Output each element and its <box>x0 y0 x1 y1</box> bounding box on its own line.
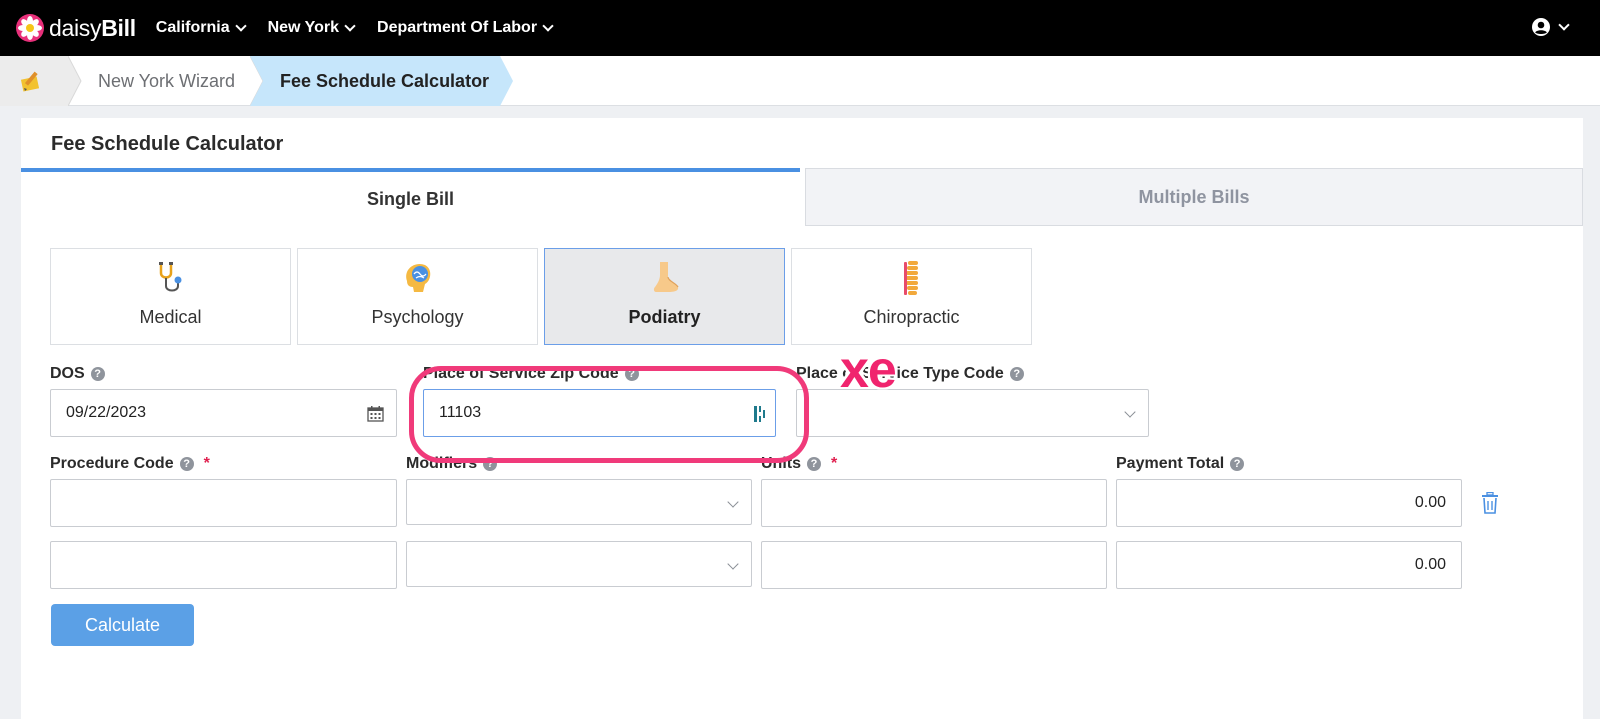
payment-total-label-text: Payment Total <box>1116 455 1225 472</box>
foot-icon <box>653 262 679 292</box>
help-icon[interactable]: ? <box>1009 367 1024 381</box>
dos-input[interactable] <box>51 390 396 436</box>
nav-item-california[interactable]: California <box>155 19 247 37</box>
specialty-psychology[interactable]: Psychology <box>297 248 538 345</box>
units-input[interactable] <box>761 541 1107 589</box>
keyword-helper-icon[interactable] <box>753 404 767 424</box>
annotation-text: xe <box>840 341 897 399</box>
specialty-podiatry[interactable]: Podiatry <box>544 248 785 345</box>
specialty-medical[interactable]: Medical <box>50 248 291 345</box>
tab-label: Single Bill <box>366 188 454 209</box>
breadcrumb-home[interactable] <box>0 56 68 106</box>
units-input[interactable] <box>761 479 1107 527</box>
stethoscope-icon <box>158 262 181 292</box>
calendar-icon[interactable] <box>367 405 384 422</box>
payment-total-label: Payment Total ? <box>1116 455 1245 473</box>
specialty-label: Psychology <box>371 307 464 327</box>
tab-single-bill[interactable]: Single Bill <box>21 168 800 226</box>
daisybill-logo[interactable]: daisyBill <box>16 14 136 42</box>
chevron-down-icon <box>1558 18 1570 31</box>
specialty-chiropractic[interactable]: Chiropractic <box>791 248 1032 345</box>
nav-menu: California New York Department Of Labor <box>156 19 575 37</box>
zip-code-input[interactable] <box>424 390 775 436</box>
trash-icon[interactable] <box>1480 492 1500 514</box>
specialty-label: Medical <box>139 307 202 327</box>
procedure-code-label-text: Procedure Code <box>50 455 174 472</box>
chevron-down-icon <box>727 496 739 508</box>
logo-text: daisyBill <box>49 15 136 42</box>
modifiers-label-text: Modifiers <box>406 455 478 472</box>
page-title: Fee Schedule Calculator <box>51 133 284 155</box>
brain-icon <box>405 263 430 292</box>
help-icon[interactable]: ? <box>90 367 105 381</box>
calculator-card: Fee Schedule Calculator Single Bill Mult… <box>21 118 1583 719</box>
payment-total-field[interactable] <box>1116 541 1462 589</box>
procedure-code-input[interactable] <box>50 541 397 589</box>
nav-item-label: Department Of Labor <box>377 19 538 36</box>
spine-icon <box>903 261 918 295</box>
logo-prefix: daisy <box>49 14 102 41</box>
modifier-select[interactable] <box>406 541 752 587</box>
tab-multiple-bills[interactable]: Multiple Bills <box>805 168 1583 226</box>
required-mark: * <box>831 455 838 472</box>
procedure-code-input[interactable] <box>50 479 397 527</box>
breadcrumb-item-new-york-wizard[interactable]: New York Wizard <box>98 71 235 92</box>
zip-label: Place of Service Zip Code ? <box>423 365 639 383</box>
top-navbar: daisyBill California New York Department… <box>0 0 1600 56</box>
chevron-down-icon <box>1124 406 1136 418</box>
procedure-code-label: Procedure Code ? * <box>50 455 210 473</box>
logo-suffix: Bill <box>101 14 136 41</box>
help-icon[interactable]: ? <box>624 367 639 381</box>
help-icon[interactable]: ? <box>179 457 194 471</box>
procedure-code-text[interactable] <box>51 542 396 588</box>
nav-item-department-of-labor[interactable]: Department Of Labor <box>377 19 554 37</box>
user-menu[interactable] <box>1531 17 1570 37</box>
dos-label-text: DOS <box>50 365 85 382</box>
nav-item-label: California <box>155 19 230 36</box>
daisy-flower-icon <box>16 14 44 42</box>
breadcrumb-item-fee-schedule-calculator: Fee Schedule Calculator <box>280 71 490 91</box>
breadcrumb-separator <box>68 56 82 106</box>
zip-label-text: Place of Service Zip Code <box>423 365 619 382</box>
specialty-label: Chiropractic <box>863 307 960 327</box>
user-circle-icon <box>1532 18 1550 36</box>
chevron-down-icon <box>234 19 247 32</box>
units-text[interactable] <box>762 480 1106 526</box>
modifier-select[interactable] <box>406 479 752 525</box>
payment-total-input[interactable] <box>1117 542 1461 588</box>
units-label: Units ? * <box>761 455 837 473</box>
chevron-down-icon <box>542 19 554 32</box>
units-text[interactable] <box>762 542 1106 588</box>
pos-type-label-text: Place of Service Type Code <box>796 365 1004 382</box>
zip-code-field[interactable] <box>423 389 776 437</box>
specialty-label: Podiatry <box>628 307 701 327</box>
help-icon[interactable]: ? <box>807 457 821 471</box>
dos-field[interactable] <box>50 389 397 437</box>
chevron-down-icon <box>344 19 356 32</box>
dos-label: DOS ? <box>50 365 105 383</box>
required-mark: * <box>203 455 210 472</box>
nav-item-new-york[interactable]: New York <box>267 19 356 37</box>
nav-item-label: New York <box>267 19 340 36</box>
pencil-paper-icon <box>20 71 40 92</box>
procedure-code-text[interactable] <box>51 480 396 526</box>
payment-total-field[interactable] <box>1116 479 1462 527</box>
tab-label: Multiple Bills <box>1138 186 1250 207</box>
modifiers-label: Modifiers ? <box>406 455 498 473</box>
units-label-text: Units <box>761 455 801 472</box>
chevron-down-icon <box>727 558 739 570</box>
breadcrumb: New York Wizard Fee Schedule Calculator <box>0 56 1600 106</box>
payment-total-input[interactable] <box>1117 480 1461 526</box>
help-icon[interactable]: ? <box>1230 457 1245 471</box>
pos-type-label: Place of Service Type Code ? <box>796 365 1024 383</box>
help-icon[interactable]: ? <box>483 457 498 471</box>
calculate-button[interactable]: Calculate <box>51 604 194 646</box>
